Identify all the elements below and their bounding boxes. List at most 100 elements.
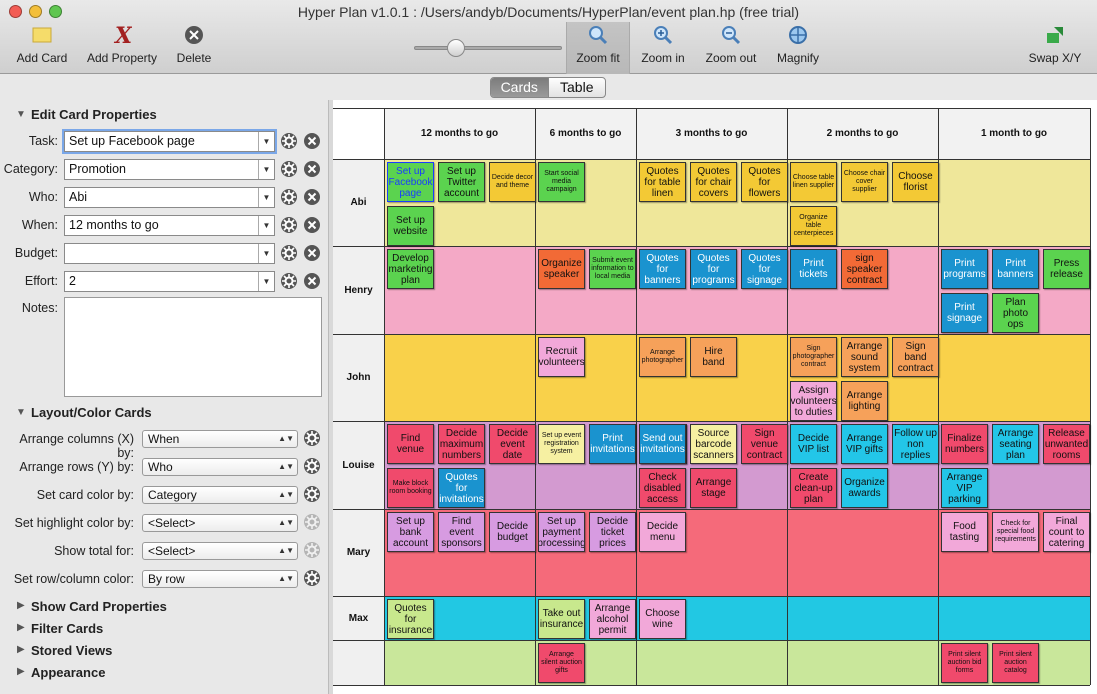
card-color-select[interactable]: Category ▲▼ (142, 486, 298, 504)
task-card[interactable]: Arrange lighting (841, 381, 888, 421)
task-card[interactable]: Organize awards (841, 468, 888, 508)
dropdown-arrow-icon[interactable]: ▼ (258, 132, 274, 151)
task-card[interactable]: Find event sponsors (438, 512, 485, 552)
task-card[interactable]: Arrange photographer (639, 337, 686, 377)
row-header[interactable]: Henry (333, 246, 384, 334)
task-remove-icon[interactable] (302, 131, 322, 151)
when-field[interactable]: 12 months to go ▼ (64, 215, 275, 236)
task-card[interactable]: Decide VIP list (790, 424, 837, 464)
task-card[interactable]: Assign volunteers to duties (790, 381, 837, 421)
add-card-button[interactable]: Add Card (14, 22, 70, 65)
task-card[interactable]: Check disabled access (639, 468, 686, 508)
task-card[interactable]: Print programs (941, 249, 988, 289)
task-card[interactable]: Organize table centerpieces (790, 206, 837, 246)
who-field[interactable]: Abi ▼ (64, 187, 275, 208)
task-card[interactable]: Send out invitations (639, 424, 686, 464)
task-card[interactable]: Sign venue contract (741, 424, 788, 464)
budget-settings-gear-icon[interactable] (279, 243, 299, 263)
when-remove-icon[interactable] (302, 215, 322, 235)
task-card[interactable]: Recruit volunteers (538, 337, 585, 377)
task-card[interactable]: Arrange VIP parking (941, 468, 988, 508)
task-card[interactable]: sign speaker contract (841, 249, 888, 289)
task-card[interactable]: Arrange stage (690, 468, 737, 508)
when-settings-gear-icon[interactable] (279, 215, 299, 235)
task-card[interactable]: Quotes for insurance (387, 599, 434, 639)
task-card[interactable]: Choose chair cover supplier (841, 162, 888, 202)
column-header[interactable]: 2 months to go (787, 108, 938, 159)
task-card[interactable]: Decide event date (489, 424, 536, 464)
task-card[interactable]: Arrange silent auction gifts (538, 643, 585, 683)
highlight-color-gear-icon[interactable] (302, 512, 322, 532)
dropdown-arrow-icon[interactable]: ▼ (258, 244, 274, 263)
task-card[interactable]: Print silent auction bid forms (941, 643, 988, 683)
task-card[interactable]: Develop marketing plan (387, 249, 434, 289)
arrange-rows-gear-icon[interactable] (302, 456, 322, 476)
task-card[interactable]: Quotes for signage (741, 249, 788, 289)
add-property-button[interactable]: X Add Property (84, 22, 160, 65)
show-total-gear-icon[interactable] (302, 540, 322, 560)
task-card[interactable]: Arrange VIP gifts (841, 424, 888, 464)
category-remove-icon[interactable] (302, 159, 322, 179)
dropdown-arrow-icon[interactable]: ▼ (258, 188, 274, 207)
task-card[interactable]: Set up event registration system (538, 424, 585, 464)
task-card[interactable]: Follow up non replies (892, 424, 939, 464)
task-card[interactable]: Decide maximum numbers (438, 424, 485, 464)
task-card[interactable]: Plan photo ops (992, 293, 1039, 333)
who-remove-icon[interactable] (302, 187, 322, 207)
show-total-select[interactable]: <Select> ▲▼ (142, 542, 298, 560)
budget-field[interactable]: ▼ (64, 243, 275, 264)
task-card[interactable]: Release unwanted rooms (1043, 424, 1090, 464)
row-column-color-gear-icon[interactable] (302, 568, 322, 588)
who-settings-gear-icon[interactable] (279, 187, 299, 207)
layout-header[interactable]: Layout/Color Cards (31, 405, 152, 420)
dropdown-arrow-icon[interactable]: ▼ (258, 272, 274, 291)
column-header[interactable]: 1 month to go (938, 108, 1090, 159)
row-header[interactable] (333, 640, 384, 685)
task-card[interactable]: Make block room booking (387, 468, 434, 508)
disclosure-closed-icon[interactable]: ▶ (17, 666, 25, 677)
task-card[interactable]: Arrange seating plan (992, 424, 1039, 464)
arrange-columns-gear-icon[interactable] (302, 428, 322, 448)
zoom-fit-button[interactable]: Zoom fit (570, 22, 626, 65)
task-card[interactable]: Set up payment processing (538, 512, 585, 552)
task-card[interactable]: Decide menu (639, 512, 686, 552)
zoom-slider-knob[interactable] (447, 39, 465, 57)
filter-cards-header[interactable]: Filter Cards (31, 621, 103, 636)
row-header[interactable]: Louise (333, 421, 384, 509)
row-header[interactable]: Abi (333, 159, 384, 246)
task-card[interactable]: Finalize numbers (941, 424, 988, 464)
card-color-gear-icon[interactable] (302, 484, 322, 504)
row-header[interactable]: John (333, 334, 384, 421)
task-card[interactable]: Source barcode scanners (690, 424, 737, 464)
magnify-button[interactable]: Magnify (772, 22, 824, 65)
tab-table[interactable]: Table (547, 78, 606, 97)
task-card[interactable]: Quotes for banners (639, 249, 686, 289)
show-card-properties-header[interactable]: Show Card Properties (31, 599, 167, 614)
task-card[interactable]: Final count to catering (1043, 512, 1090, 552)
disclosure-open-icon[interactable]: ▼ (16, 109, 26, 120)
task-card[interactable]: Organize speaker (538, 249, 585, 289)
category-settings-gear-icon[interactable] (279, 159, 299, 179)
edit-card-header[interactable]: Edit Card Properties (31, 107, 157, 122)
task-card[interactable]: Check for special food requirements (992, 512, 1039, 552)
task-card[interactable]: Print tickets (790, 249, 837, 289)
task-card[interactable]: Press release (1043, 249, 1090, 289)
disclosure-open-icon[interactable]: ▼ (16, 407, 26, 418)
zoom-out-button[interactable]: Zoom out (702, 22, 760, 65)
task-card[interactable]: Start social media campaign (538, 162, 585, 202)
task-card[interactable]: Print invitations (589, 424, 636, 464)
task-card[interactable]: Quotes for invitations (438, 468, 485, 508)
task-card[interactable]: Quotes for flowers (741, 162, 788, 202)
task-card[interactable]: Submit event information to local media (589, 249, 636, 289)
task-card[interactable]: Quotes for chair covers (690, 162, 737, 202)
task-card[interactable]: Print signage (941, 293, 988, 333)
row-column-color-select[interactable]: By row ▲▼ (142, 570, 298, 588)
notes-textarea[interactable] (64, 297, 322, 397)
highlight-color-select[interactable]: <Select> ▲▼ (142, 514, 298, 532)
column-header[interactable]: 6 months to go (535, 108, 636, 159)
swap-xy-button[interactable]: Swap X/Y (1026, 22, 1084, 65)
task-card[interactable]: Quotes for table linen (639, 162, 686, 202)
dropdown-arrow-icon[interactable]: ▼ (258, 216, 274, 235)
task-card[interactable]: Choose wine (639, 599, 686, 639)
column-header[interactable]: 12 months to go (384, 108, 535, 159)
